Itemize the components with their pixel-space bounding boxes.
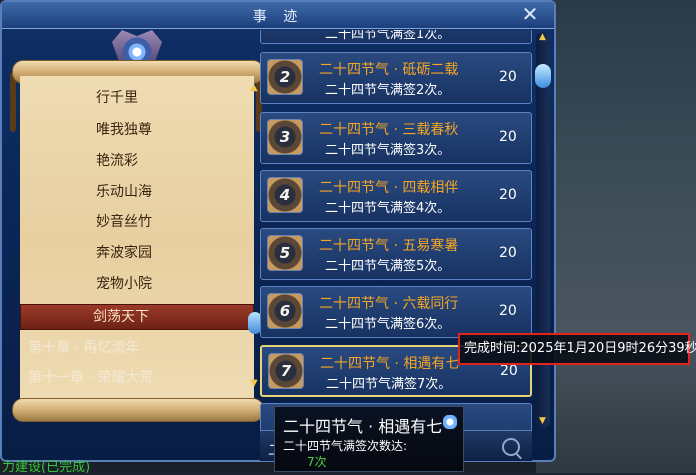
badge-icon: 5 (267, 235, 303, 271)
nav-item-benbojiayuan[interactable]: 奔波家园 (24, 241, 250, 265)
card-subtitle: 二十四节气满签6次。 (325, 317, 451, 332)
badge-icon: 4 (267, 177, 303, 213)
nav-item-miaoyinsizhu[interactable]: 妙音丝竹 (24, 210, 250, 234)
achievement-card[interactable]: 5 二十四节气 · 五易寒暑 二十四节气满签5次。 20 (260, 228, 532, 280)
achievement-card[interactable]: 二十四节气满签1次。 (260, 30, 532, 44)
card-subtitle: 二十四节气满签5次。 (325, 259, 451, 274)
card-points: 20 (499, 69, 517, 85)
card-subtitle: 二十四节气满签3次。 (325, 143, 451, 158)
achievement-list: 二十四节气满签1次。 2 二十四节气 · 砥砺二载 二十四节气满签2次。 20 … (260, 30, 532, 430)
badge-number: 5 (279, 244, 291, 262)
scroll-rod-bottom (12, 398, 264, 422)
badge-number: 3 (279, 128, 291, 146)
game-background (536, 0, 696, 473)
status-text: 力建设(已完成) (2, 460, 91, 475)
window-title: 事 迹 (252, 9, 304, 25)
title-bar[interactable]: 事 迹 ✕ (2, 2, 554, 29)
card-points: 20 (499, 303, 517, 319)
card-title: 二十四节气 · 相遇有七 (320, 356, 460, 372)
card-points: 20 (499, 245, 517, 261)
card-points: 20 (499, 187, 517, 203)
nav-item-label: 艳流彩 (96, 153, 138, 169)
list-scrollbar[interactable]: ▲ ▼ (535, 32, 551, 428)
nav-item-label: 妙音丝竹 (96, 214, 152, 230)
achievement-card[interactable]: 3 二十四节气 · 三载春秋 二十四节气满签3次。 20 (260, 112, 532, 164)
scroll-up-icon[interactable]: ▲ (539, 32, 546, 42)
detail-line: 二十四节气满签次数达: (283, 439, 408, 453)
nav-item-ledongshanhai[interactable]: 乐动山海 (24, 180, 250, 204)
card-points: 20 (500, 363, 518, 379)
nav-item-label: 剑荡天下 (93, 309, 149, 325)
search-icon[interactable] (502, 438, 520, 456)
card-title: 二十四节气 · 四载相伴 (319, 180, 459, 196)
badge-number: 2 (279, 68, 291, 86)
achievement-card[interactable]: 4 二十四节气 · 四载相伴 二十四节气满签4次。 20 (260, 170, 532, 222)
card-subtitle: 二十四节气满签7次。 (326, 377, 452, 392)
nav-item-label: 宠物小院 (96, 276, 152, 292)
card-points: 20 (499, 129, 517, 145)
badge-icon: 3 (267, 119, 303, 155)
card-title: 二十四节气 · 六载同行 (319, 296, 459, 312)
achievements-window: 事 迹 ✕ 行千里 唯我独尊 艳流彩 乐动山海 妙音丝竹 奔波家园 宠物小院 剑… (0, 0, 556, 462)
close-icon[interactable]: ✕ (518, 3, 542, 25)
achievement-detail-tooltip: 二十四节气 · 相遇有七 二十四节气满签次数达: 7次 (274, 406, 464, 472)
gem-icon (443, 415, 457, 429)
nav-item-label: 行千里 (96, 90, 138, 106)
chapter-item-10[interactable]: 第十章 · 再忆流年 (28, 335, 258, 361)
badge-number: 4 (279, 186, 291, 204)
nav-item-label: 奔波家园 (96, 245, 152, 261)
achievement-card[interactable]: 6 二十四节气 · 六载同行 二十四节气满签6次。 20 (260, 286, 532, 338)
card-subtitle: 二十四节气满签1次。 (325, 30, 451, 42)
chapter-label: 第十章 · 再忆流年 (28, 340, 140, 356)
badge-number: 6 (279, 302, 291, 320)
achievement-card[interactable]: 2 二十四节气 · 砥砺二载 二十四节气满签2次。 20 (260, 52, 532, 104)
nav-item-yanliucai[interactable]: 艳流彩 (24, 149, 250, 173)
scroll-up-icon[interactable]: ▲ (250, 82, 258, 93)
nav-item-xingqianli[interactable]: 行千里 (24, 86, 250, 110)
list-scroll-knob[interactable] (535, 64, 551, 88)
badge-icon: 6 (267, 293, 303, 329)
nav-item-label: 乐动山海 (96, 184, 152, 200)
badge-icon: 7 (268, 353, 304, 389)
detail-title: 二十四节气 · 相遇有七 (283, 417, 443, 436)
card-title: 二十四节气 · 砥砺二载 (319, 62, 459, 78)
completion-time-tooltip: 完成时间:2025年1月20日9时26分39秒 (458, 333, 696, 365)
chapter-label: 第十一章 · 荣耀大荒 (28, 370, 154, 386)
badge-icon: 2 (267, 59, 303, 95)
nav-item-chongwuxiaoyuan[interactable]: 宠物小院 (24, 272, 250, 296)
nav-item-weiwoduzun[interactable]: 唯我独尊 (24, 118, 250, 142)
scroll-down-icon[interactable]: ▼ (539, 416, 546, 426)
card-title: 二十四节气 · 三载春秋 (319, 122, 459, 138)
card-title: 二十四节气 · 五易寒暑 (319, 238, 459, 254)
nav-item-jiandangtianxia[interactable]: 剑荡天下 (20, 304, 254, 330)
detail-count: 7次 (307, 455, 327, 469)
card-subtitle: 二十四节气满签4次。 (325, 201, 451, 216)
chapter-item-11[interactable]: 第十一章 · 荣耀大荒 (28, 365, 258, 391)
badge-number: 7 (280, 362, 292, 380)
nav-item-label: 唯我独尊 (96, 122, 152, 138)
card-subtitle: 二十四节气满签2次。 (325, 83, 451, 98)
